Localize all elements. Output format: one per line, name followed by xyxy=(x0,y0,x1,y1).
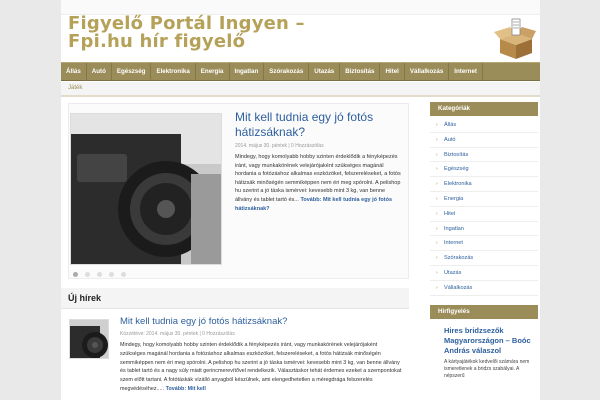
slide-meta: 2014. május 30. péntek | 0 Hozzászólás xyxy=(235,143,324,149)
category-label[interactable]: Internet xyxy=(444,240,463,246)
slider-dot-3[interactable] xyxy=(97,272,102,277)
post-thumbnail[interactable] xyxy=(69,319,109,359)
category-label[interactable]: Utazás xyxy=(444,270,461,276)
site-title[interactable]: Figyelő Portál Ingyen – Fpi.hu hír figye… xyxy=(68,15,305,51)
category-item[interactable]: › Internet xyxy=(430,236,538,252)
category-label[interactable]: Hitel xyxy=(444,211,455,217)
post-meta: Közzétéve: 2014. május 30. péntek | 0 Ho… xyxy=(120,331,235,337)
post-title[interactable]: Mit kell tudnia egy jó fotós hátizsáknak… xyxy=(120,316,287,327)
nav-item-energia[interactable]: Energia xyxy=(196,63,230,80)
nav-item-jatek[interactable]: Játék xyxy=(68,85,82,91)
nav-item-biztositas[interactable]: Biztosítás xyxy=(340,63,381,80)
nav-item-internet[interactable]: Internet xyxy=(449,63,483,80)
arrow-right-icon: › xyxy=(436,284,438,291)
main-navigation: Állás Autó Egészség Elektronika Energia … xyxy=(61,62,540,81)
arrow-right-icon: › xyxy=(436,166,438,173)
category-item[interactable]: › Elektronika xyxy=(430,177,538,192)
arrow-right-icon: › xyxy=(436,151,438,158)
section-heading-text: Új hírek xyxy=(68,293,102,303)
slider-dot-5[interactable] xyxy=(121,272,126,277)
slider-pagination xyxy=(73,272,126,277)
nav-item-egeszseg[interactable]: Egészség xyxy=(112,63,152,80)
arrow-right-icon: › xyxy=(436,181,438,188)
arrow-right-icon: › xyxy=(436,195,438,202)
category-label[interactable]: Autó xyxy=(444,137,456,143)
category-item[interactable]: › Energia xyxy=(430,192,538,207)
arrow-right-icon: › xyxy=(436,210,438,217)
nav-item-auto[interactable]: Autó xyxy=(87,63,112,80)
category-item[interactable]: › Biztosítás xyxy=(430,148,538,163)
post-excerpt-text: Mindegy, hogy komolyabb hobby szinten ér… xyxy=(120,342,402,392)
arrow-right-icon: › xyxy=(436,240,438,247)
news-widget-title: Hirfigyelés xyxy=(430,304,538,319)
category-label[interactable]: Szórakozás xyxy=(444,255,473,261)
camera-photo[interactable] xyxy=(70,113,222,265)
page: Figyelő Portál Ingyen – Fpi.hu hír figye… xyxy=(61,0,540,400)
category-item[interactable]: › Autó xyxy=(430,133,538,148)
news-widget-headline[interactable]: Hires bridzsezők Magyarországon – Boóc A… xyxy=(444,326,538,356)
slide-title[interactable]: Mit kell tudnia egy jó fotós hátizsáknak… xyxy=(235,110,405,140)
featured-slider: Mit kell tudnia egy jó fotós hátizsáknak… xyxy=(68,103,409,279)
nav-item-hitel[interactable]: Hitel xyxy=(380,63,405,80)
nav-item-elektronika[interactable]: Elektronika xyxy=(151,63,196,80)
nav-item-ingatlan[interactable]: Ingatlan xyxy=(230,63,265,80)
nav-item-szorakozas[interactable]: Szórakozás xyxy=(264,63,310,80)
secondary-navigation: Játék xyxy=(61,82,540,97)
news-widget-text: A kártyajátékok kedvelői számára nem ism… xyxy=(444,358,530,379)
category-item[interactable]: › Állás xyxy=(430,118,538,133)
category-label[interactable]: Egészség xyxy=(444,166,469,172)
category-label[interactable]: Vállalkozás xyxy=(444,285,472,291)
category-label[interactable]: Biztosítás xyxy=(444,152,468,158)
category-label[interactable]: Elektronika xyxy=(444,181,472,187)
category-label[interactable]: Energia xyxy=(444,196,463,202)
slider-dot-4[interactable] xyxy=(109,272,114,277)
section-heading: Új hírek xyxy=(61,288,409,309)
post-read-more-link[interactable]: Tovább: Mit kell xyxy=(166,386,206,392)
category-item[interactable]: › Hitel xyxy=(430,207,538,222)
arrow-right-icon: › xyxy=(436,225,438,232)
categories-widget-title: Kategóriák xyxy=(430,102,538,116)
sidebar: Kategóriák › Állás › Autó › Biztosítás › Egé… xyxy=(430,102,538,380)
category-list: › Állás › Autó › Biztosítás › Egészség › Elek… xyxy=(430,116,538,296)
category-label[interactable]: Ingatlan xyxy=(444,226,464,232)
arrow-right-icon: › xyxy=(436,269,438,276)
post-excerpt: Mindegy, hogy komolyabb hobby szinten ér… xyxy=(120,341,402,394)
arrow-right-icon: › xyxy=(436,136,438,143)
slider-dot-2[interactable] xyxy=(85,272,90,277)
nav-item-allas[interactable]: Állás xyxy=(61,63,87,80)
slide-excerpt-text: Mindegy, hogy komolyabb hobby szinten ér… xyxy=(235,154,401,203)
slide-excerpt: Mindegy, hogy komolyabb hobby szinten ér… xyxy=(235,153,403,213)
slider-dot-1[interactable] xyxy=(73,272,78,277)
box-logo-icon xyxy=(494,17,536,61)
nav-item-utazas[interactable]: Utazás xyxy=(309,63,341,80)
category-item[interactable]: › Vállalkozás xyxy=(430,281,538,296)
category-label[interactable]: Állás xyxy=(444,122,456,128)
category-item[interactable]: › Utazás xyxy=(430,266,538,281)
category-item[interactable]: › Egészség xyxy=(430,162,538,178)
site-title-line-2[interactable]: Fpi.hu hír figyelő xyxy=(68,33,305,51)
category-item[interactable]: › Ingatlan xyxy=(430,222,538,237)
category-item[interactable]: › Szórakozás xyxy=(430,251,538,266)
arrow-right-icon: › xyxy=(436,122,438,128)
nav-item-vallalkozas[interactable]: Vállalkozás xyxy=(405,63,450,80)
arrow-right-icon: › xyxy=(436,255,438,262)
